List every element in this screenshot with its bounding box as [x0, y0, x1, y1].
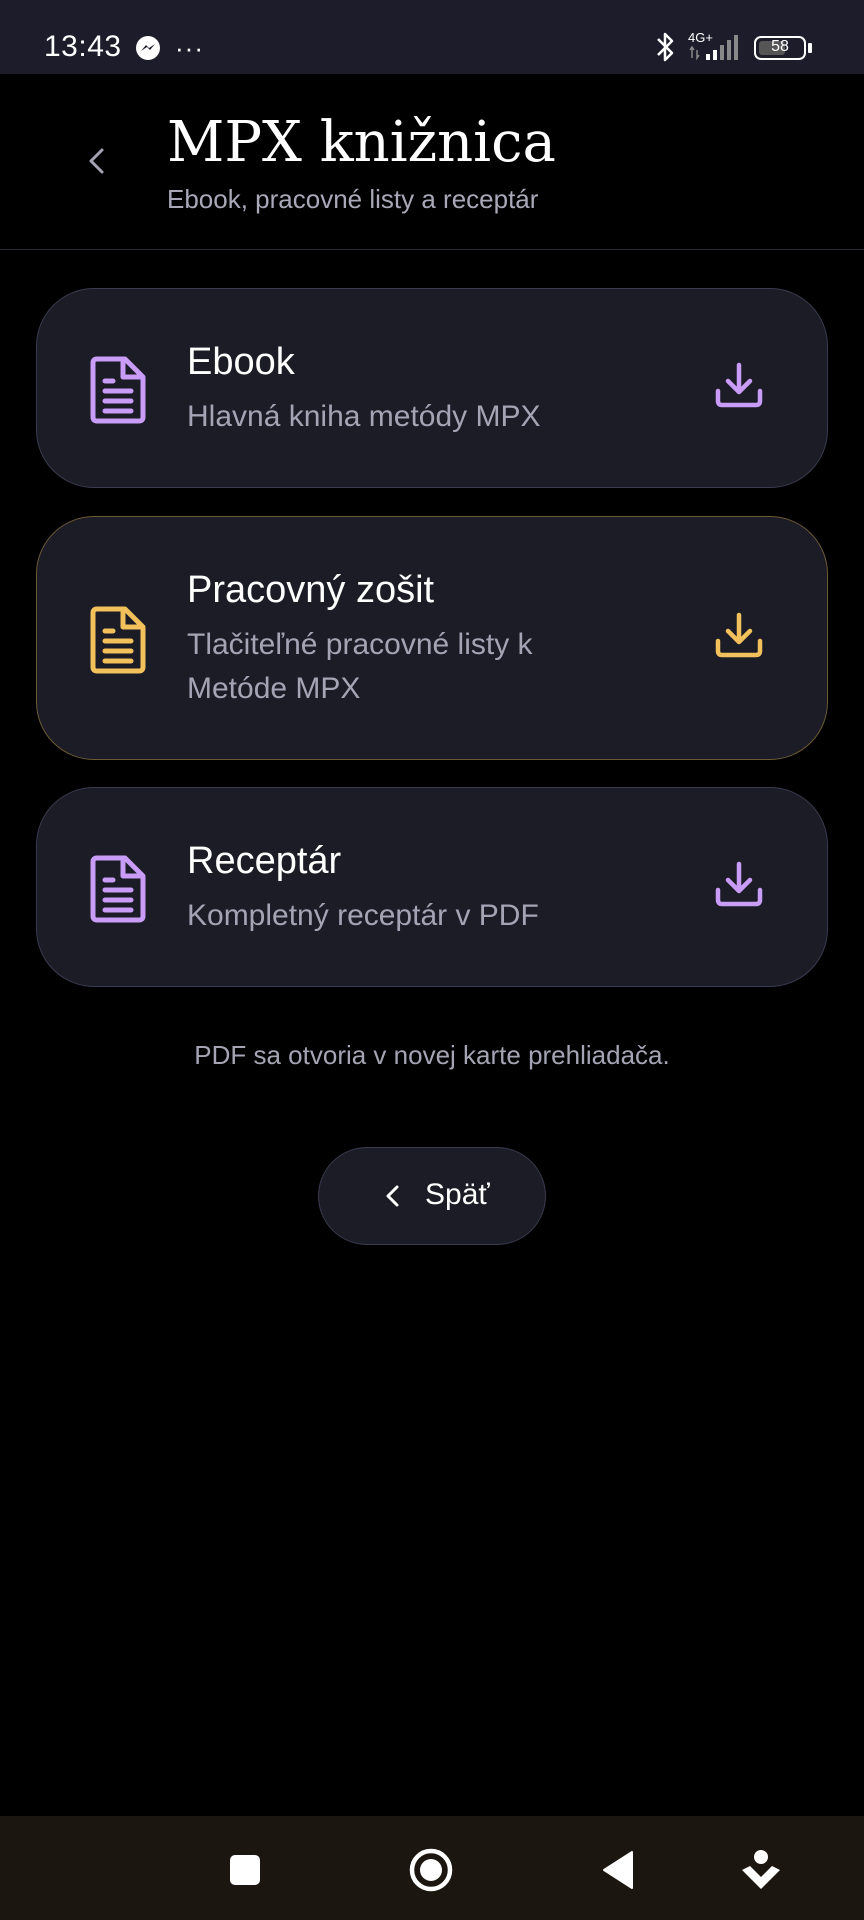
status-time: 13:43 — [44, 30, 122, 63]
back-button[interactable]: Späť — [318, 1147, 546, 1245]
pdf-note: PDF sa otvoria v novej karte prehliadača… — [194, 1040, 670, 1070]
signal-icon: 4G+ — [688, 30, 744, 62]
card-title: Pracovný zošit — [187, 569, 435, 611]
card-workbook[interactable]: Pracovný zošit Tlačiteľné pracovné listy… — [36, 516, 828, 760]
more-dots-icon: ··· — [175, 33, 204, 63]
card-description: Tlačiteľné pracovné listy k Metóde MPX — [187, 628, 533, 705]
page-title: MPX knižnica — [167, 110, 556, 175]
page-subtitle: Ebook, pracovné listy a receptár — [167, 184, 539, 214]
document-icon — [90, 356, 146, 424]
back-triangle-icon[interactable] — [594, 1846, 644, 1894]
card-title: Ebook — [187, 341, 295, 383]
messenger-icon — [136, 36, 160, 60]
recents-square-icon[interactable] — [220, 1846, 270, 1894]
battery-percentage: 58 — [771, 38, 789, 55]
chevron-left-icon — [386, 1185, 399, 1207]
card-description: Kompletný receptár v PDF — [187, 899, 539, 932]
download-icon[interactable] — [713, 359, 765, 411]
system-nav-bar — [0, 1816, 864, 1920]
card-ebook[interactable]: Ebook Hlavná kniha metódy MPX — [36, 288, 828, 488]
card-recipe-book[interactable]: Receptár Kompletný receptár v PDF — [36, 787, 828, 987]
battery-tip — [808, 43, 812, 53]
assistant-icon[interactable] — [736, 1846, 786, 1894]
home-circle-icon[interactable] — [406, 1846, 456, 1894]
document-icon — [90, 606, 146, 674]
download-icon[interactable] — [713, 858, 765, 910]
card-description: Hlavná kniha metódy MPX — [187, 400, 541, 433]
document-icon — [90, 855, 146, 923]
bluetooth-icon — [657, 32, 674, 62]
app-header: MPX knižnica Ebook, pracovné listy a rec… — [0, 74, 864, 250]
back-chevron-icon[interactable] — [80, 144, 114, 178]
card-title: Receptár — [187, 840, 342, 882]
status-bar: 13:43 ··· 4G+ 58 — [0, 0, 864, 74]
back-button-label: Späť — [425, 1178, 490, 1211]
battery-icon: 58 — [754, 36, 812, 60]
download-icon[interactable] — [713, 609, 765, 661]
